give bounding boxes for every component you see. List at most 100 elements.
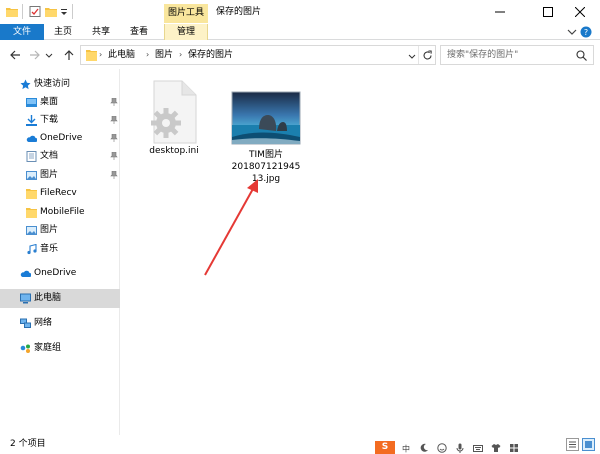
maximize-icon <box>543 7 553 17</box>
tab-view[interactable]: 查看 <box>124 24 154 40</box>
sidebar-item-label: 家庭组 <box>34 343 62 353</box>
file-list: desktop.ini TIM图片 201807121945 13.jpg <box>121 69 600 435</box>
back-button[interactable] <box>8 48 22 62</box>
details-view-icon[interactable] <box>566 438 579 451</box>
homegroup-icon <box>20 344 30 353</box>
sidebar-item-music[interactable]: 音乐 <box>0 240 120 259</box>
grid-icon[interactable] <box>509 443 519 453</box>
tab-home[interactable]: 主页 <box>48 24 78 40</box>
tab-manage[interactable]: 管理 <box>164 24 208 40</box>
app-logo-icon[interactable]: S <box>375 441 395 454</box>
sidebar-item-pictures-quick[interactable]: 图片 <box>0 166 120 185</box>
sidebar-item-pictures[interactable]: 图片 <box>0 221 120 240</box>
search-icon[interactable] <box>576 50 587 61</box>
expand-ribbon-icon[interactable] <box>566 26 578 38</box>
sidebar-item-desktop[interactable]: 桌面 <box>0 93 120 112</box>
tab-file[interactable]: 文件 <box>0 24 44 40</box>
tab-share[interactable]: 共享 <box>86 24 116 40</box>
annotation-arrow <box>204 179 258 276</box>
sidebar-item-onedrive[interactable]: OneDrive <box>0 264 120 283</box>
sidebar-item-network[interactable]: 网络 <box>0 314 120 333</box>
moon-icon[interactable] <box>419 443 429 453</box>
cloud-icon <box>20 270 31 277</box>
separator <box>72 4 73 19</box>
microphone-icon[interactable] <box>455 443 465 453</box>
breadcrumb-chevron-icon[interactable]: › <box>179 46 182 64</box>
large-icons-view-icon[interactable] <box>582 438 595 451</box>
sidebar-item-label: 音乐 <box>40 244 59 254</box>
svg-text:?: ? <box>584 28 588 37</box>
arrow-right-icon <box>30 50 40 60</box>
desktop-folder-icon <box>26 98 37 107</box>
folder-icon <box>86 50 97 61</box>
sidebar-item-label: OneDrive <box>40 133 83 143</box>
minimize-button[interactable] <box>480 0 520 24</box>
breadcrumb-saved-pictures[interactable]: 保存的图片 <box>188 46 233 64</box>
separator <box>418 46 419 64</box>
navigation-bar: › 此电脑 › 图片 › 保存的图片 搜索"保存的图片" <box>0 41 600 69</box>
chinese-input-icon[interactable]: 中 <box>401 443 411 454</box>
download-folder-icon <box>26 115 37 126</box>
svg-text:中: 中 <box>402 444 410 454</box>
sidebar-item-label: 快速访问 <box>34 79 71 89</box>
forward-button[interactable] <box>28 48 42 62</box>
sidebar-item-label: 此电脑 <box>34 293 62 303</box>
minimize-icon <box>495 11 505 13</box>
sidebar-item-quick-access[interactable]: 快速访问 <box>0 75 120 94</box>
new-folder-icon[interactable] <box>45 6 57 17</box>
sidebar-item-mobilefile[interactable]: MobileFile <box>0 203 120 222</box>
sidebar-item-documents[interactable]: 文档 <box>0 147 120 166</box>
separator <box>22 4 23 19</box>
folder-icon <box>26 208 37 218</box>
overlay-toolbar: S 中 <box>375 441 535 454</box>
sidebar-item-label: 下载 <box>40 115 59 125</box>
arrow-left-icon <box>10 50 20 60</box>
pin-icon[interactable] <box>110 152 118 160</box>
arrow-up-icon <box>64 50 74 60</box>
cloud-icon <box>26 135 37 142</box>
refresh-icon[interactable] <box>422 50 433 61</box>
item-count: 2 个项目 <box>10 439 46 449</box>
breadcrumb-pictures[interactable]: 图片 <box>155 46 173 64</box>
shirt-icon[interactable] <box>491 443 501 453</box>
breadcrumb-chevron-icon[interactable]: › <box>99 46 102 64</box>
picture-tools-context-tab: 图片工具 <box>164 4 208 23</box>
up-button[interactable] <box>62 48 76 62</box>
sidebar-item-label: 桌面 <box>40 97 59 107</box>
close-button[interactable] <box>560 0 600 24</box>
sidebar-item-label: MobileFile <box>40 207 85 217</box>
pictures-folder-icon <box>26 226 37 235</box>
pin-icon[interactable] <box>110 171 118 179</box>
sidebar-item-this-pc[interactable]: 此电脑 <box>0 289 120 308</box>
help-icon[interactable]: ? <box>580 26 592 38</box>
music-folder-icon <box>27 244 37 255</box>
documents-folder-icon <box>26 151 37 162</box>
sidebar-item-homegroup[interactable]: 家庭组 <box>0 339 120 358</box>
pin-icon[interactable] <box>110 134 118 142</box>
recent-locations-button[interactable] <box>44 48 54 62</box>
pin-icon[interactable] <box>110 98 118 106</box>
folder-icon <box>26 189 37 199</box>
chevron-down-icon <box>45 53 53 58</box>
folder-icon[interactable] <box>6 6 18 17</box>
navigation-pane: 快速访问 桌面 下载 OneDrive 文档 图片 FileRecv Mobil… <box>0 69 120 435</box>
sidebar-item-onedrive-quick[interactable]: OneDrive <box>0 129 120 148</box>
sidebar-item-downloads[interactable]: 下载 <box>0 111 120 130</box>
sidebar-item-label: 图片 <box>40 170 59 180</box>
smile-icon[interactable] <box>437 443 447 453</box>
sidebar-item-label: OneDrive <box>34 268 77 278</box>
address-bar[interactable]: › 此电脑 › 图片 › 保存的图片 <box>80 45 436 65</box>
sidebar-item-filerecv[interactable]: FileRecv <box>0 184 120 203</box>
keyboard-icon[interactable] <box>473 443 483 453</box>
sidebar-item-label: FileRecv <box>40 188 77 198</box>
address-history-icon[interactable] <box>408 52 416 60</box>
properties-icon[interactable] <box>29 6 41 17</box>
close-icon <box>575 7 585 17</box>
sidebar-item-label: 图片 <box>40 225 59 235</box>
pin-icon[interactable] <box>110 116 118 124</box>
customize-toolbar-icon[interactable] <box>60 6 68 17</box>
search-placeholder: 搜索"保存的图片" <box>447 50 519 60</box>
search-input[interactable]: 搜索"保存的图片" <box>440 45 594 65</box>
breadcrumb-chevron-icon[interactable]: › <box>146 46 149 64</box>
breadcrumb-this-pc[interactable]: 此电脑 <box>108 46 135 64</box>
